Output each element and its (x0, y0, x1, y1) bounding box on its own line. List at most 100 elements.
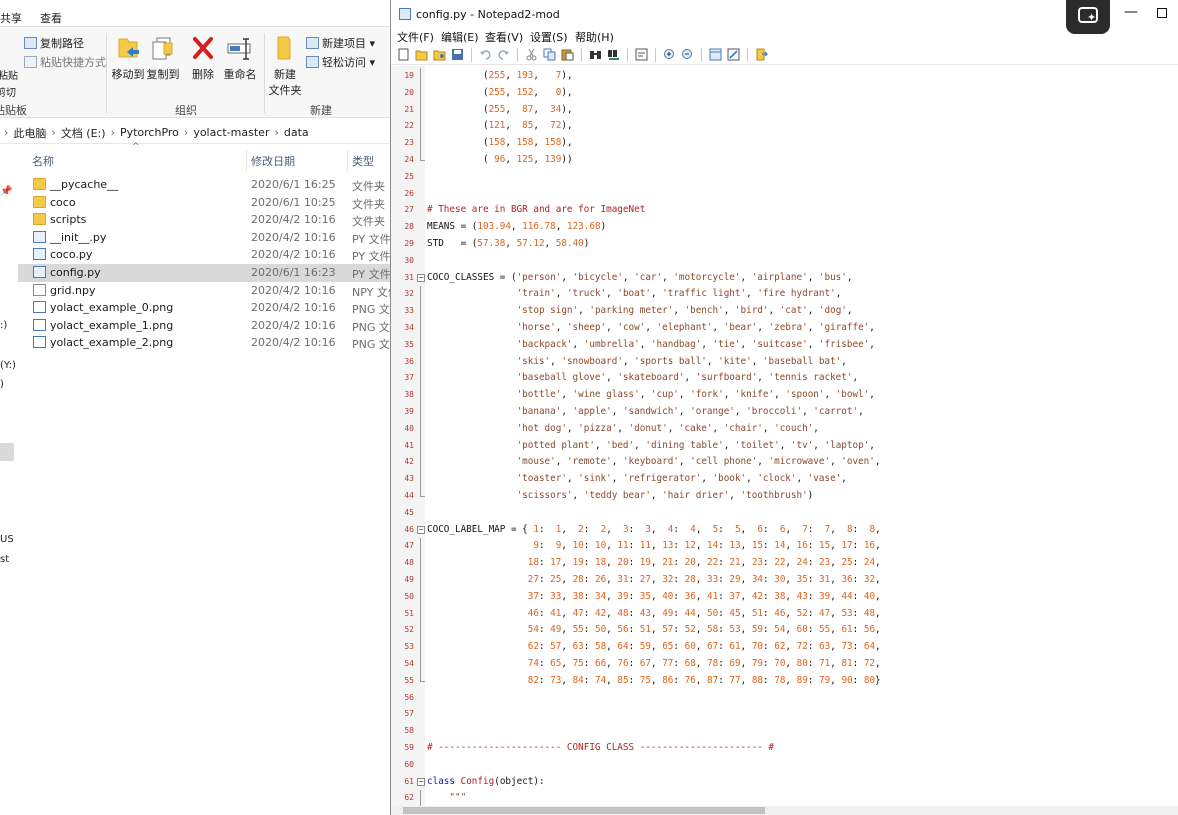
column-divider[interactable] (246, 150, 247, 172)
code-token: : (628, 523, 646, 535)
find-icon[interactable] (589, 48, 602, 61)
breadcrumb-this-pc[interactable]: 此电脑 (13, 125, 46, 141)
column-header-date[interactable]: 修改日期 (251, 153, 295, 169)
number-token: 23 (819, 557, 831, 569)
browse-icon[interactable] (433, 48, 446, 61)
code-token: , (746, 473, 758, 485)
menu-help[interactable]: 帮助(H) (575, 29, 614, 45)
paste-icon[interactable] (561, 48, 574, 61)
rename-button[interactable]: 重命名 (222, 33, 258, 82)
code-editor[interactable]: 19 (255, 193, 7), 20 (255, 152, 0), 21 (25… (391, 66, 1178, 808)
code-token: , (740, 557, 752, 569)
column-header-name[interactable]: 名称 (32, 153, 54, 169)
file-row[interactable]: scripts 2020/4/2 10:16 文件夹 (18, 211, 392, 229)
code-token: , (561, 674, 573, 686)
redo-icon[interactable] (497, 48, 510, 61)
code-token: , (572, 490, 584, 501)
column-header-type[interactable]: 类型 (352, 153, 374, 169)
number-token: 11 (639, 540, 651, 552)
tab-share[interactable]: 共享 (0, 10, 22, 26)
column-divider[interactable] (347, 150, 348, 172)
zoom-out-icon[interactable] (681, 48, 694, 61)
paste-button-partial[interactable]: 粘贴 (0, 67, 18, 82)
code-token: : (673, 658, 685, 669)
open-icon[interactable] (415, 48, 428, 61)
word-wrap-icon[interactable] (635, 48, 648, 61)
menu-view[interactable]: 查看(V) (485, 29, 523, 45)
address-bar[interactable]: › 此电脑 › 文档 (E:) › PytorchPro › yolact-ma… (0, 122, 392, 144)
file-row[interactable]: coco.py 2020/4/2 10:16 PY 文件 (18, 246, 392, 264)
new-folder-button[interactable]: 新建 文件夹 (268, 33, 302, 98)
breadcrumb-data[interactable]: data (284, 126, 309, 139)
exit-icon[interactable] (755, 48, 768, 61)
code-line: 60 (391, 757, 1178, 774)
horizontal-scrollbar[interactable] (391, 806, 1178, 815)
file-row[interactable]: grid.npy 2020/4/2 10:16 NPY 文件 (18, 282, 392, 300)
code-line: 19 (255, 193, 7), (391, 68, 1178, 85)
file-row[interactable]: yolact_example_1.png 2020/4/2 10:16 PNG 文件 (18, 317, 392, 335)
fold-toggle-icon[interactable]: − (417, 777, 425, 786)
move-to-button[interactable]: 移动到 (110, 33, 146, 82)
minimize-button[interactable]: — (1119, 4, 1143, 24)
copy-path-button[interactable]: 复制路径 (24, 35, 84, 51)
nav-item-fragment[interactable]: :) (0, 320, 7, 331)
file-row[interactable]: __pycache__ 2020/6/1 16:25 文件夹 (18, 176, 392, 194)
code-token: , (830, 540, 842, 552)
number-token: 65 (662, 641, 674, 653)
tab-view[interactable]: 查看 (40, 10, 62, 26)
breadcrumb-drive[interactable]: 文档 (E:) (61, 125, 106, 141)
zoom-in-icon[interactable] (663, 48, 676, 61)
file-row[interactable]: __init__.py 2020/4/2 10:16 PY 文件 (18, 229, 392, 247)
delete-button[interactable]: 删除 (188, 33, 218, 82)
cut-button-partial[interactable]: 剪切 (0, 84, 16, 99)
new-file-icon[interactable] (397, 48, 410, 61)
replace-icon[interactable] (607, 48, 620, 61)
string-token: 'zebra' (768, 322, 808, 333)
number-token: 152 (516, 86, 534, 98)
nav-item-fragment[interactable]: (Y:) (0, 360, 16, 371)
screen-capture-button[interactable]: ✦ (1066, 0, 1110, 34)
copy-icon[interactable] (543, 48, 556, 61)
code-line: 34 'horse', 'sheep', 'cow', 'elephant', … (391, 320, 1178, 337)
nav-selected-item[interactable] (0, 443, 14, 461)
fold-toggle-icon[interactable]: − (417, 273, 425, 282)
breadcrumb-yolact-master[interactable]: yolact-master (193, 126, 269, 139)
menu-file[interactable]: 文件(F) (397, 29, 434, 45)
new-item-button[interactable]: 新建项目 ▾ (306, 35, 375, 51)
number-token: 90 (841, 674, 853, 686)
nav-item-fragment[interactable]: st (0, 554, 9, 565)
menu-edit[interactable]: 编辑(E) (441, 29, 479, 45)
file-row[interactable]: yolact_example_2.png 2020/4/2 10:16 PNG 文件 (18, 334, 392, 352)
file-row[interactable]: config.py 2020/6/1 16:23 PY 文件 (18, 264, 392, 282)
paste-shortcut-button[interactable]: 粘贴快捷方式 (24, 54, 106, 70)
maximize-button[interactable] (1157, 8, 1167, 18)
nav-item-fragment[interactable]: US (0, 534, 14, 545)
copy-to-button[interactable]: 复制到 (145, 33, 181, 82)
save-icon[interactable] (451, 48, 464, 61)
undo-icon[interactable] (479, 48, 492, 61)
scheme-icon[interactable] (709, 48, 722, 61)
line-number: 24 (404, 155, 414, 164)
file-row[interactable]: yolact_example_0.png 2020/4/2 10:16 PNG 文件 (18, 299, 392, 317)
code-token: , (785, 674, 797, 686)
menu-settings[interactable]: 设置(S) (530, 29, 568, 45)
nav-item-fragment[interactable]: ) (0, 379, 4, 390)
breadcrumb-pytorchpro[interactable]: PytorchPro (120, 126, 179, 139)
code-token: : (538, 574, 551, 585)
file-row[interactable]: coco 2020/6/1 10:25 文件夹 (18, 194, 392, 212)
easy-access-button[interactable]: 轻松访问 ▾ (306, 54, 375, 70)
customize-icon[interactable] (727, 48, 740, 61)
code-text: 'banana', 'apple', 'sandwich', 'orange',… (427, 404, 864, 421)
code-token: , (695, 574, 707, 585)
cut-icon[interactable] (525, 48, 538, 61)
fold-toggle-icon[interactable]: − (417, 525, 425, 534)
fold-end-guide (420, 672, 425, 682)
file-type: PNG 文件 (352, 338, 392, 352)
title-bar[interactable]: config.py - Notepad2-mod — (391, 0, 1178, 28)
string-token: 'sink' (578, 473, 612, 485)
number-token: 87 (707, 674, 719, 686)
string-token: 'wine glass' (572, 389, 640, 401)
scrollbar-thumb[interactable] (403, 807, 765, 814)
code-token: , (740, 574, 752, 585)
string-token: 'dining table' (645, 439, 724, 451)
